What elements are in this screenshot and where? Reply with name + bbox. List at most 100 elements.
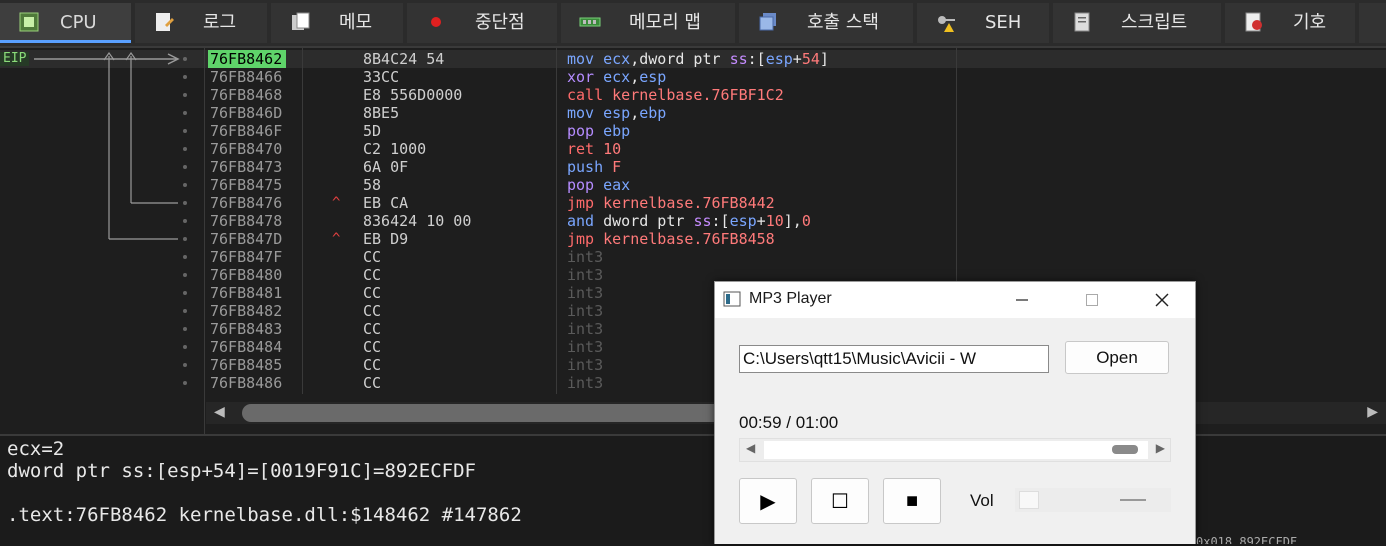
disasm-row[interactable]: 76FB8478 836424 10 00 and dword ptr ss:[es…	[0, 212, 1386, 230]
instruction-cell: int3	[567, 356, 603, 374]
bytes-cell: CC	[363, 320, 382, 338]
pause-icon: ☐	[831, 490, 849, 513]
instruction-token: ]	[819, 50, 829, 68]
instruction-token: esp	[639, 68, 667, 86]
window-title: MP3 Player	[749, 290, 832, 307]
instruction-token: ,	[630, 104, 640, 122]
tab-script[interactable]: 스크립트	[1053, 3, 1221, 43]
disasm-row[interactable]: 76FB8473 6A 0F push F	[0, 158, 1386, 176]
seek-left-icon[interactable]: ◀	[746, 441, 755, 455]
instruction-token: pop	[567, 176, 604, 194]
instruction-cell: int3	[567, 374, 603, 392]
title-bar[interactable]: MP3 Player	[715, 282, 1195, 318]
disasm-row[interactable]: 76FB847D ^ EB D9 jmp kernelbase.76FB8458	[0, 230, 1386, 248]
pause-button[interactable]: ☐	[811, 478, 869, 524]
disasm-row[interactable]: 76FB847F CC int3	[0, 248, 1386, 266]
time-readout: 00:59 / 01:00	[739, 413, 839, 432]
disasm-row[interactable]: 76FB8468 E8 556D0000 call kernelbase.76FBF…	[0, 86, 1386, 104]
row-dot	[183, 255, 187, 259]
stop-button[interactable]: ■	[883, 478, 941, 524]
notes-icon	[292, 12, 310, 30]
disasm-row[interactable]: 76FB846F 5D pop ebp	[0, 122, 1386, 140]
minimize-button[interactable]	[999, 282, 1045, 318]
maximize-button[interactable]	[1069, 282, 1115, 318]
address-cell: 76FB8480	[210, 266, 283, 284]
instruction-cell: pop ebp	[567, 122, 630, 140]
bytes-cell: EB D9	[363, 230, 409, 248]
tab-notes[interactable]: 메모	[271, 3, 403, 43]
address-cell: 76FB8482	[210, 302, 283, 320]
instruction-cell: jmp kernelbase.76FB8442	[567, 194, 775, 212]
bytes-cell: 836424 10 00	[363, 212, 472, 230]
disasm-row[interactable]: 76FB8476 ^ EB CA jmp kernelbase.76FB8442	[0, 194, 1386, 212]
bytes-cell: CC	[363, 374, 382, 392]
call-stack-icon	[759, 13, 776, 31]
address-cell: 76FB847D	[210, 230, 283, 248]
seek-right-icon[interactable]: ▶	[1156, 441, 1165, 455]
tab-symbols[interactable]: 기호	[1225, 3, 1355, 43]
row-dot	[183, 345, 187, 349]
player-body: C:\Users\qtt15\Music\Avicii - W Open 00:…	[715, 318, 1195, 544]
bytes-cell: CC	[363, 248, 382, 266]
tab-seh[interactable]: SEH	[917, 3, 1049, 43]
play-button[interactable]: ▶	[739, 478, 797, 524]
volume-slider[interactable]	[1015, 488, 1171, 512]
instruction-cell: int3	[567, 320, 603, 338]
instruction-cell: int3	[567, 266, 603, 284]
close-button[interactable]	[1139, 282, 1185, 318]
instruction-cell: xor ecx,esp	[567, 68, 666, 86]
jump-arrows	[34, 51, 180, 240]
disasm-row[interactable]: 76FB8475 58 pop eax	[0, 176, 1386, 194]
address-cell: 76FB8476	[210, 194, 283, 212]
instruction-token: +	[756, 212, 766, 230]
tab-breakpoints[interactable]: 중단점	[407, 3, 557, 43]
instruction-cell: push F	[567, 158, 621, 176]
symbols-icon	[1245, 12, 1262, 32]
tab-overflow-button[interactable]	[1359, 3, 1386, 43]
tab-call-stack[interactable]: 호출 스택	[739, 3, 913, 43]
open-button[interactable]: Open	[1065, 341, 1169, 374]
bytes-cell: 6A 0F	[363, 158, 409, 176]
disasm-row[interactable]: 76FB846D 8BE5 mov esp,ebp	[0, 104, 1386, 122]
bytes-cell: C2 1000	[363, 140, 427, 158]
instruction-token: ebp	[603, 122, 631, 140]
disasm-row[interactable]: 76FB8466 33CC xor ecx,esp	[0, 68, 1386, 86]
play-icon: ▶	[760, 490, 776, 513]
seh-icon	[938, 16, 955, 32]
instruction-token: 0	[801, 212, 811, 230]
seek-thumb[interactable]	[1112, 445, 1139, 454]
scroll-right-icon[interactable]: ▶	[1367, 404, 1378, 420]
instruction-token: ss	[693, 212, 712, 230]
row-dot	[183, 327, 187, 331]
bytes-cell: CC	[363, 338, 382, 356]
file-path-input[interactable]: C:\Users\qtt15\Music\Avicii - W	[739, 345, 1049, 373]
instruction-cell: int3	[567, 248, 603, 266]
instruction-token: int3	[567, 266, 604, 284]
seek-bar[interactable]: ◀ ▶	[739, 438, 1171, 462]
instruction-token: int3	[567, 248, 604, 266]
row-dot	[183, 381, 187, 385]
instruction-token: dword ptr	[603, 212, 694, 230]
tab-cpu[interactable]: CPU	[0, 3, 131, 43]
tab-memory-map[interactable]: 메모리 맵	[561, 3, 735, 43]
seek-track	[764, 441, 1148, 459]
maximize-icon	[1086, 294, 1098, 306]
instruction-cell: int3	[567, 338, 603, 356]
row-dot	[183, 291, 187, 295]
address-cell: 76FB8478	[210, 212, 283, 230]
disasm-row[interactable]: 76FB8462 8B4C24 54 mov ecx,dword ptr ss:[e…	[0, 50, 1386, 68]
instruction-token: int3	[567, 320, 604, 338]
tab-log[interactable]: 로그	[135, 3, 267, 43]
bytes-cell: CC	[363, 284, 382, 302]
app-icon	[723, 291, 741, 307]
info-line: dword ptr ss:[esp+54]=[0019F91C]=892ECFD…	[7, 460, 476, 482]
instruction-cell: ret 10	[567, 140, 621, 158]
bytes-cell: EB CA	[363, 194, 409, 212]
instruction-token: esp	[603, 104, 631, 122]
volume-thumb[interactable]	[1019, 491, 1039, 509]
disasm-row[interactable]: 76FB8470 C2 1000 ret 10	[0, 140, 1386, 158]
address-cell: 76FB8481	[210, 284, 283, 302]
scroll-left-icon[interactable]: ◀	[214, 404, 225, 420]
info-line: .text:76FB8462 kernelbase.dll:$148462 #1…	[7, 504, 522, 526]
instruction-token: kernelbase.76FBF1C2	[612, 86, 784, 104]
